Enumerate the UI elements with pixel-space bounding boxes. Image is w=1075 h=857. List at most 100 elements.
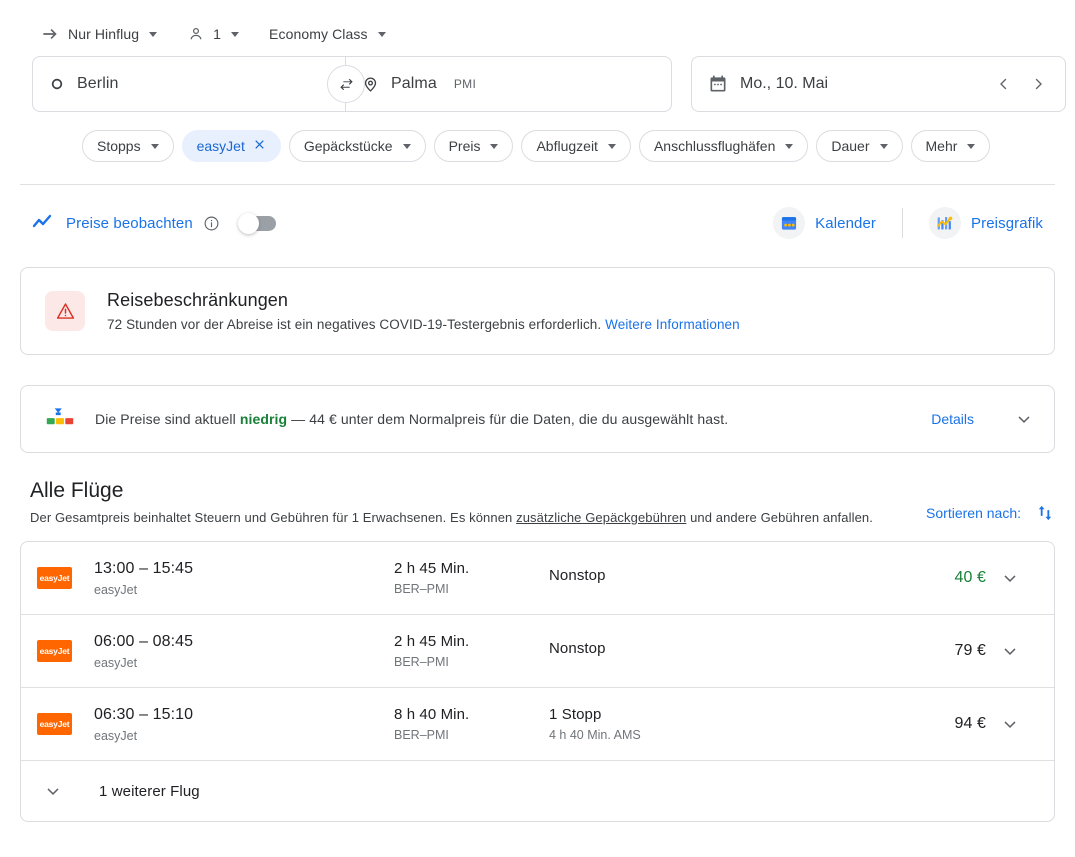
page-title: Alle Flüge: [30, 479, 124, 502]
origin-input[interactable]: Berlin: [32, 56, 345, 112]
flight-stops-cell: Nonstop: [549, 640, 876, 662]
passenger-selector[interactable]: 1: [179, 19, 247, 49]
chevron-down-icon: [490, 143, 499, 149]
flight-duration-cell: 2 h 45 Min. BER–PMI: [394, 560, 549, 596]
expand-flight-button[interactable]: [986, 641, 1034, 661]
chevron-down-icon: [231, 31, 240, 37]
all-flights-title-group: Alle Flüge Der Gesamtpreis beinhaltet St…: [30, 479, 873, 525]
origin-destination-group: Berlin Palma PMI: [32, 56, 672, 112]
flight-route: BER–PMI: [394, 728, 449, 742]
expand-flight-button[interactable]: [986, 568, 1034, 588]
baggage-fees-link[interactable]: zusätzliche Gepäckgebühren: [516, 510, 686, 525]
destination-input[interactable]: Palma PMI: [345, 56, 672, 112]
price-graph-view-label: Preisgrafik: [971, 214, 1043, 232]
passenger-count: 1: [213, 26, 222, 42]
table-row[interactable]: easyJet 06:00 – 08:45 easyJet 2 h 45 Min…: [21, 615, 1054, 688]
destination-value: Palma: [391, 75, 437, 92]
departure-date-field[interactable]: Mo., 10. Mai: [691, 56, 1066, 112]
restrictions-title: Reisebeschränkungen: [107, 290, 289, 310]
next-date-button[interactable]: [1021, 67, 1055, 101]
flight-search-page: Nur Hinflug 1 Economy Class Berlin Palma…: [0, 0, 1075, 857]
chevron-down-icon: [607, 143, 616, 149]
calendar-icon: [708, 74, 728, 94]
warning-triangle-icon: [56, 302, 74, 319]
circle-icon: [49, 76, 65, 92]
sort-control[interactable]: Sortieren nach:: [926, 503, 1055, 525]
filter-chip-label: Stopps: [97, 138, 141, 154]
table-row[interactable]: easyJet 06:30 – 15:10 easyJet 8 h 40 Min…: [21, 688, 1054, 761]
flight-stops: Nonstop: [549, 567, 606, 584]
filter-chip-label: Abflugzeit: [536, 138, 598, 154]
flight-airline: easyJet: [94, 728, 138, 743]
price-watch-label[interactable]: Preise beobachten: [66, 215, 193, 232]
price-graph-view-button[interactable]: Preisgrafik: [917, 201, 1055, 245]
airline-logo-text: easyJet: [39, 719, 70, 729]
price-gauge-icon: [45, 406, 75, 432]
info-icon[interactable]: [203, 215, 220, 232]
price-graph-icon: [929, 207, 962, 239]
flight-times-cell: 06:30 – 15:10 easyJet: [94, 706, 394, 743]
flight-times: 06:00 – 08:45: [94, 632, 194, 650]
show-more-flights-button[interactable]: 1 weiterer Flug: [21, 761, 1054, 821]
restrictions-description-text: 72 Stunden vor der Abreise ist ein negat…: [107, 317, 602, 332]
price-insight-details-link[interactable]: Details: [931, 411, 974, 427]
search-fields-row: Berlin Palma PMI Mo., 10. Mai: [0, 48, 1075, 112]
all-flights-header: Alle Flüge Der Gesamtpreis beinhaltet St…: [0, 453, 1075, 525]
price-insight-suffix: — 44 € unter dem Normalpreis für die Dat…: [287, 411, 729, 427]
trend-line-icon: [32, 213, 56, 233]
trip-type-selector[interactable]: Nur Hinflug: [32, 18, 165, 50]
flight-stops-cell: Nonstop: [549, 567, 876, 589]
calendar-view-button[interactable]: Kalender: [761, 201, 888, 245]
filter-chip-preis[interactable]: Preis: [433, 130, 514, 162]
sort-arrows-icon: [1035, 503, 1055, 523]
chevron-down-icon: [879, 143, 888, 149]
expand-price-insight-button[interactable]: [1014, 409, 1034, 429]
view-divider: [902, 208, 904, 238]
trip-options-bar: Nur Hinflug 1 Economy Class: [0, 0, 1075, 48]
price-watch-group: Preise beobachten: [32, 212, 276, 234]
filter-chip-label: Mehr: [925, 138, 958, 154]
destination-airport-code: PMI: [453, 77, 477, 91]
origin-value: Berlin: [77, 75, 119, 92]
price-watch-toggle[interactable]: [237, 212, 276, 234]
more-information-link[interactable]: Weitere Informationen: [605, 317, 740, 332]
calendar-view-label: Kalender: [815, 214, 877, 232]
flight-stops: Nonstop: [549, 640, 606, 657]
expand-flight-button[interactable]: [986, 714, 1034, 734]
toggle-knob: [237, 212, 259, 234]
flight-stops: 1 Stopp: [549, 706, 602, 723]
close-icon[interactable]: [253, 138, 266, 154]
chevron-down-icon: [43, 781, 63, 801]
filter-chip-stopps[interactable]: Stopps: [82, 130, 174, 162]
filter-chip-dauer[interactable]: Dauer: [816, 130, 903, 162]
chevron-down-icon: [149, 31, 158, 37]
filter-chip-abflugzeit[interactable]: Abflugzeit: [521, 130, 631, 162]
cabin-class-label: Economy Class: [269, 26, 368, 42]
table-row[interactable]: easyJet 13:00 – 15:45 easyJet 2 h 45 Min…: [21, 542, 1054, 615]
price-insight-highlight: niedrig: [239, 411, 288, 427]
airline-logo-text: easyJet: [39, 573, 70, 583]
cabin-class-selector[interactable]: Economy Class: [261, 20, 394, 48]
flight-times-cell: 06:00 – 08:45 easyJet: [94, 633, 394, 670]
departure-date-value: Mo., 10. Mai: [740, 75, 829, 92]
flight-duration-cell: 8 h 40 Min. BER–PMI: [394, 706, 549, 742]
previous-date-button[interactable]: [987, 67, 1021, 101]
calendar-grid-icon: [773, 207, 806, 239]
filter-chip-easyjet[interactable]: easyJet: [181, 130, 281, 162]
filter-chip-anschlussflughaefen[interactable]: Anschlussflughäfen: [638, 130, 809, 162]
flight-duration-cell: 2 h 45 Min. BER–PMI: [394, 633, 549, 669]
filter-chip-mehr[interactable]: Mehr: [910, 130, 991, 162]
swap-origin-destination-button[interactable]: [327, 65, 365, 103]
flight-duration: 2 h 45 Min.: [394, 633, 470, 650]
filter-chip-label: Gepäckstücke: [303, 138, 393, 154]
flight-times: 13:00 – 15:45: [94, 559, 194, 577]
flight-duration: 2 h 45 Min.: [394, 560, 470, 577]
person-icon: [187, 25, 205, 43]
filter-chip-gepaeckstuecke[interactable]: Gepäckstücke: [288, 130, 426, 162]
price-insight-text: Die Preise sind aktuell niedrig — 44 € u…: [95, 411, 911, 427]
price-insight-card: Die Preise sind aktuell niedrig — 44 € u…: [20, 385, 1055, 453]
trip-type-label: Nur Hinflug: [68, 26, 140, 42]
all-flights-subtitle: Der Gesamtpreis beinhaltet Steuern und G…: [30, 510, 873, 525]
price-insight-prefix: Die Preise sind aktuell: [95, 411, 240, 427]
flight-price: 94 €: [954, 715, 986, 732]
